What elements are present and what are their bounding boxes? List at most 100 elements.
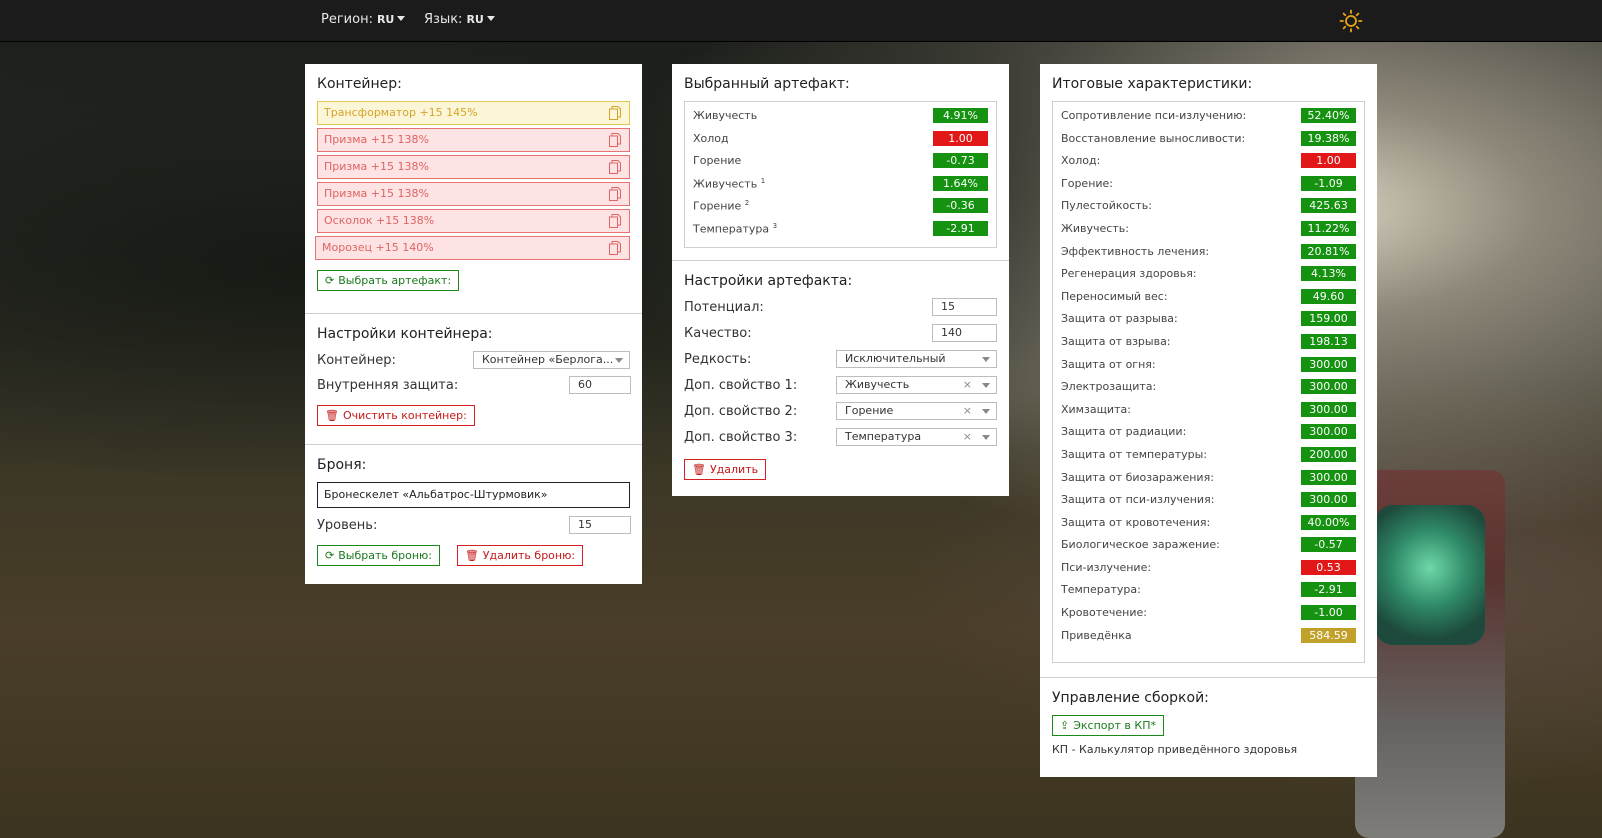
level-input[interactable]: 15 [569, 516, 631, 534]
extra2-select[interactable]: Горение × [836, 402, 997, 420]
container-section: Контейнер: Трансформатор +15 145% Призма… [305, 64, 642, 314]
clear-icon[interactable]: × [963, 377, 972, 393]
stat-value: 49.60 [1301, 288, 1356, 304]
stat-value: 200.00 [1301, 446, 1356, 462]
stat-row: Переносимый вес: 49.60 [1061, 287, 1356, 310]
stat-row: Пси-излучение: 0.53 [1061, 558, 1356, 581]
selected-artifact-section: Выбранный артефакт: Живучесть 4.91% Холод… [672, 64, 1009, 261]
container-settings-section: Настройки контейнера: Контейнер: Контейн… [305, 314, 642, 445]
totals-title: Итоговые характеристики: [1052, 76, 1253, 92]
stat-row: Температура: -2.91 [1061, 580, 1356, 603]
stat-value: 300.00 [1301, 492, 1356, 508]
extra1-select[interactable]: Живучесть × [836, 376, 997, 394]
artifact-slot[interactable]: Осколок +15 138% [317, 209, 630, 233]
artifact-slot[interactable]: Морозец +15 140% [315, 236, 630, 260]
artifact-slot-label: Призма +15 138% [324, 133, 429, 146]
clear-icon[interactable]: × [963, 429, 972, 445]
container-label: Контейнер: [317, 353, 396, 368]
copy-icon[interactable] [609, 214, 621, 228]
container-panel: Контейнер: Трансформатор +15 145% Призма… [305, 64, 642, 584]
potential-row: Потенциал: 15 [684, 298, 997, 324]
copy-icon[interactable] [609, 133, 621, 147]
rarity-select[interactable]: Исключительный [836, 350, 997, 368]
container-select[interactable]: Контейнер «Берлога... [473, 351, 630, 369]
stat-row: Приведёнка 584.59 [1061, 626, 1356, 649]
stat-value: 52.40% [1301, 108, 1356, 123]
region-dropdown[interactable]: Регион: RU [321, 12, 406, 27]
region-label: Регион: [321, 12, 373, 27]
stat-value: 159.00 [1301, 311, 1356, 327]
export-button[interactable]: ⇪ Экспорт в КП* [1052, 715, 1164, 736]
footnote: КП - Калькулятор приведённого здоровья [1052, 743, 1298, 756]
extra2-row: Доп. свойство 2: Горение × [684, 402, 997, 428]
copy-icon[interactable] [609, 160, 621, 174]
stat-row: Холод: 1.00 [1061, 151, 1356, 174]
artifact-slot-label: Трансформатор +15 145% [324, 106, 478, 119]
stat-row: Химзащита: 300.00 [1061, 400, 1356, 423]
quality-input[interactable]: 140 [932, 324, 997, 342]
artifact-slot-label: Призма +15 138% [324, 187, 429, 200]
copy-icon[interactable] [609, 106, 621, 120]
stat-value: 300.00 [1301, 401, 1356, 417]
copy-icon[interactable] [609, 187, 621, 201]
stat-row: Защита от температуры: 200.00 [1061, 445, 1356, 468]
armor-field[interactable]: Бронескелет «Альбатрос-Штурмовик» [317, 482, 630, 508]
copy-icon[interactable] [609, 241, 621, 255]
artifact-slot[interactable]: Призма +15 138% [317, 128, 630, 152]
trash-icon: 🗑 [325, 409, 339, 422]
chevron-down-icon [397, 16, 406, 21]
inner-protection-input[interactable]: 60 [569, 376, 631, 394]
inner-protection-label: Внутренняя защита: [317, 378, 459, 393]
stat-value: -1.09 [1301, 175, 1356, 191]
stat-row: Защита от биозаражения: 300.00 [1061, 468, 1356, 491]
stat-row: Восстановление выносливости: 19.38% [1061, 129, 1356, 152]
chevron-down-icon [982, 435, 990, 440]
quality-label: Качество: [684, 326, 752, 341]
stat-value: -2.91 [933, 220, 988, 236]
quality-row: Качество: 140 [684, 324, 997, 350]
language-value: RU [466, 13, 484, 26]
delete-armor-button[interactable]: 🗑 Удалить броню: [456, 545, 584, 566]
artifact-panel: Выбранный артефакт: Живучесть 4.91% Холод… [672, 64, 1009, 496]
region-value: RU [376, 13, 395, 26]
choose-armor-button[interactable]: ⟳ Выбрать броню: [317, 545, 440, 566]
clear-icon[interactable]: × [963, 403, 972, 419]
stat-row: Защита от кровотечения: 40.00% [1061, 513, 1356, 536]
background-device-screen [1375, 505, 1485, 645]
artifact-slot[interactable]: Призма +15 138% [317, 155, 630, 179]
stat-row: Пулестойкость: 425.63 [1061, 196, 1356, 219]
stat-row: Холод 1.00 [693, 129, 988, 152]
stat-row: Живучесть: 11.22% [1061, 219, 1356, 242]
stat-value: 0.53 [1301, 559, 1356, 575]
stat-value: 584.59 [1301, 627, 1356, 643]
extra3-label: Доп. свойство 3: [684, 430, 798, 445]
artifact-slot[interactable]: Призма +15 138% [317, 182, 630, 206]
stat-value: 4.13% [1301, 266, 1356, 282]
choose-artifact-button[interactable]: ⟳ Выбрать артефакт: [317, 270, 460, 291]
stat-value: -2.91 [1301, 582, 1356, 598]
upload-icon: ⇪ [1060, 719, 1070, 732]
stat-row: Защита от разрыва: 159.00 [1061, 309, 1356, 332]
language-label: Язык: [424, 12, 463, 27]
rarity-row: Редкость: Исключительный [684, 350, 997, 376]
artifact-slot[interactable]: Трансформатор +15 145% [317, 101, 630, 125]
extra1-row: Доп. свойство 1: Живучесть × [684, 376, 997, 402]
build-management-title: Управление сборкой: [1052, 690, 1209, 706]
delete-artifact-button[interactable]: 🗑 Удалить [684, 459, 767, 480]
build-management-section: Управление сборкой: ⇪ Экспорт в КП* КП - … [1040, 678, 1377, 768]
trash-icon: 🗑 [692, 463, 706, 476]
language-dropdown[interactable]: Язык: RU [424, 12, 495, 27]
stat-row: Защита от радиации: 300.00 [1061, 422, 1356, 445]
clear-container-button[interactable]: 🗑 Очистить контейнер: [317, 405, 475, 426]
artifact-settings-title: Настройки артефакта: [684, 273, 853, 289]
sun-icon[interactable] [1339, 9, 1363, 33]
stat-row: Биологическое заражение: -0.57 [1061, 535, 1356, 558]
stat-value: 198.13 [1301, 333, 1356, 349]
stat-value: 11.22% [1301, 220, 1356, 236]
artifact-stats: Живучесть 4.91% Холод 1.00 Горение -0.73 Жи… [684, 101, 997, 248]
potential-input[interactable]: 15 [932, 298, 997, 316]
stat-value: 19.38% [1301, 130, 1356, 146]
stat-row: Защита от пси-излучения: 300.00 [1061, 490, 1356, 513]
chevron-down-icon [982, 409, 990, 414]
extra3-select[interactable]: Температура × [836, 428, 997, 446]
